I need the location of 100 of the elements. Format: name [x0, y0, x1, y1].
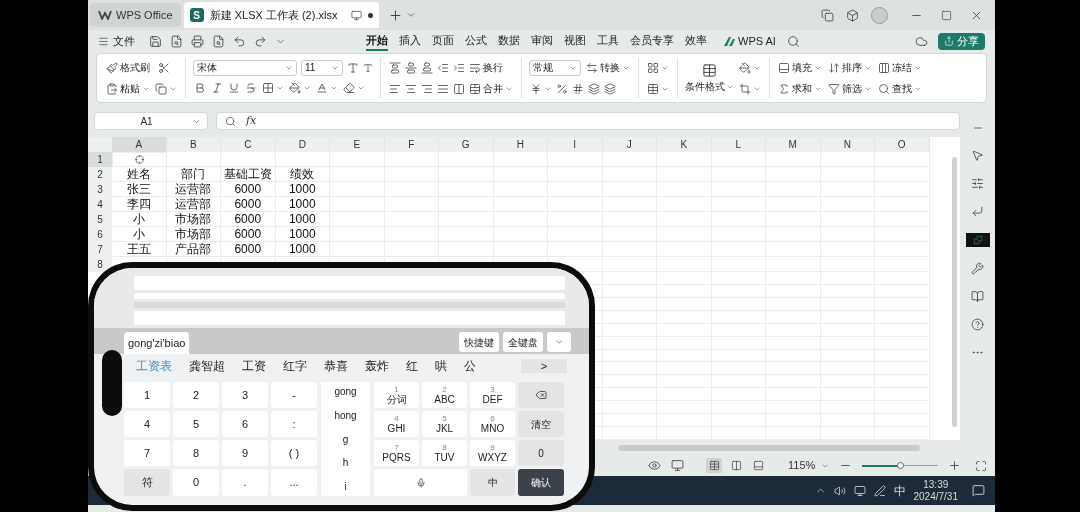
row-header[interactable]: 1 [88, 152, 112, 167]
name-box[interactable]: A1 [94, 112, 208, 130]
display-icon[interactable] [671, 459, 684, 472]
cube-icon[interactable] [846, 8, 859, 22]
file-menu[interactable]: 文件 [98, 32, 135, 50]
keyboard-mode-button[interactable]: 全键盘 [503, 332, 543, 352]
save-icon[interactable] [149, 34, 162, 48]
keyboard-key[interactable]: 6 MNO [470, 411, 515, 437]
keyboard-key[interactable]: 9 [222, 440, 268, 466]
more-candidates-button[interactable]: > [521, 359, 567, 373]
ribbon-tab[interactable]: 审阅 [531, 31, 553, 51]
document-icon[interactable] [170, 34, 183, 48]
keyboard-key[interactable]: - [271, 382, 317, 408]
volume-icon[interactable] [833, 484, 846, 497]
keyboard-key[interactable]: 5 [173, 411, 219, 437]
zoom-select[interactable]: 115% [788, 457, 830, 474]
column-header[interactable]: C [221, 137, 276, 152]
column-header[interactable]: K [657, 137, 712, 152]
network-icon[interactable] [853, 484, 866, 497]
keyboard-key[interactable]: ( ) [271, 440, 317, 466]
column-header[interactable]: L [711, 137, 766, 152]
pinyin-option[interactable]: g [342, 431, 349, 447]
window-icon[interactable] [821, 8, 834, 22]
pinyin-option[interactable]: h [342, 455, 349, 471]
eye-icon[interactable] [648, 459, 661, 472]
candidate-word[interactable]: 龚智超 [189, 357, 225, 375]
candidate-word[interactable]: 轰炸 [365, 357, 389, 375]
cloud-icon[interactable] [915, 34, 928, 48]
pinyin-option[interactable]: gong [334, 384, 357, 399]
ribbon-tab[interactable]: 会员专享 [630, 31, 674, 51]
keyboard-key[interactable]: 5 JKL [422, 411, 467, 437]
keyboard-key[interactable]: 3 [222, 382, 268, 408]
pinyin-input-field[interactable]: gong'zi'biao [124, 332, 190, 354]
pinyin-option[interactable]: hong [334, 407, 357, 423]
keyboard-key[interactable]: 中 [470, 469, 515, 496]
horizontal-scrollbar[interactable] [618, 444, 920, 451]
keyboard-key[interactable]: 4 [124, 411, 170, 437]
keyboard-key[interactable]: : [271, 411, 317, 437]
keyboard-mode-button[interactable]: 快捷键 [459, 332, 499, 352]
paste-button[interactable]: 粘贴 [105, 79, 151, 98]
zoom-slider[interactable] [862, 461, 939, 470]
candidate-word[interactable]: 红字 [283, 357, 307, 375]
search-icon[interactable] [786, 34, 800, 48]
keyboard-key[interactable]: 4 GHI [374, 411, 419, 437]
merge-button[interactable]: 合并 [468, 79, 514, 98]
view-button[interactable] [706, 458, 722, 473]
formula-input[interactable]: fx [216, 112, 960, 130]
wps-ai-button[interactable]: WPS AI [724, 32, 776, 50]
ribbon-tab[interactable]: 数据 [498, 31, 520, 51]
keyboard-key[interactable]: 9 WXYZ [470, 440, 515, 466]
monitor-icon[interactable] [351, 9, 363, 21]
number-format-select[interactable]: 常规 [529, 59, 581, 76]
plugin-icon[interactable] [965, 233, 990, 247]
filter-button[interactable]: 筛选 [827, 79, 873, 98]
column-header[interactable]: O [875, 137, 930, 152]
sort-button[interactable]: 排序 [827, 58, 873, 77]
keyboard-key[interactable]: 0 [518, 440, 564, 466]
candidate-word[interactable]: 哄 [435, 357, 447, 375]
row-header[interactable]: 5 [88, 212, 112, 227]
keyboard-key[interactable]: 7 [124, 440, 170, 466]
column-header[interactable]: J [602, 137, 657, 152]
column-header[interactable]: B [166, 137, 221, 152]
keyboard-key[interactable]: 1 分词 [374, 382, 419, 408]
function-label[interactable]: fx [246, 112, 257, 130]
ribbon-tab[interactable]: 开始 [366, 31, 388, 51]
keyboard-key[interactable]: 6 [222, 411, 268, 437]
row-header[interactable]: 8 [88, 257, 112, 272]
input-method-indicator[interactable]: 中 [893, 481, 906, 500]
format-painter-button[interactable]: 格式刷 [105, 58, 151, 77]
wrap-text-button[interactable]: 换行 [468, 58, 504, 77]
keyboard-key[interactable]: 7 PQRS [374, 440, 419, 466]
clock-time[interactable]: 13:39 [923, 478, 949, 491]
candidate-word[interactable]: 红 [406, 357, 418, 375]
pen-icon[interactable] [873, 484, 886, 497]
font-size-select[interactable]: 11 [301, 59, 343, 76]
restore-icon[interactable] [941, 9, 952, 21]
tools-icon[interactable] [971, 262, 984, 275]
find-button[interactable]: 查找 [877, 79, 923, 98]
column-header[interactable]: A [112, 137, 167, 152]
keyboard-key[interactable]: 2 [173, 382, 219, 408]
column-header[interactable]: M [766, 137, 821, 152]
freeze-button[interactable]: 冻结 [877, 58, 923, 77]
help-icon[interactable] [971, 318, 984, 331]
home-tab[interactable]: WPS Office [90, 3, 181, 27]
candidate-word[interactable]: 工资 [242, 357, 266, 375]
zoom-icon[interactable] [225, 115, 236, 127]
keyboard-key[interactable]: ... [271, 469, 317, 496]
share-button[interactable]: 分享 [938, 32, 985, 50]
keyboard-key[interactable]: . [222, 469, 268, 496]
candidate-word[interactable]: 恭喜 [324, 357, 348, 375]
keyboard-key[interactable]: 清空 [518, 411, 564, 437]
ribbon-tab[interactable]: 效率 [685, 31, 707, 51]
vertical-scrollbar[interactable] [952, 157, 957, 427]
fill-button[interactable]: 填充 [777, 58, 823, 77]
column-header[interactable]: I [548, 137, 603, 152]
column-header[interactable]: G [439, 137, 494, 152]
clock-date[interactable]: 2024/7/31 [913, 490, 958, 503]
print-preview-icon[interactable] [212, 34, 225, 48]
keyboard-key[interactable]: 8 [173, 440, 219, 466]
undo-icon[interactable] [233, 34, 246, 48]
